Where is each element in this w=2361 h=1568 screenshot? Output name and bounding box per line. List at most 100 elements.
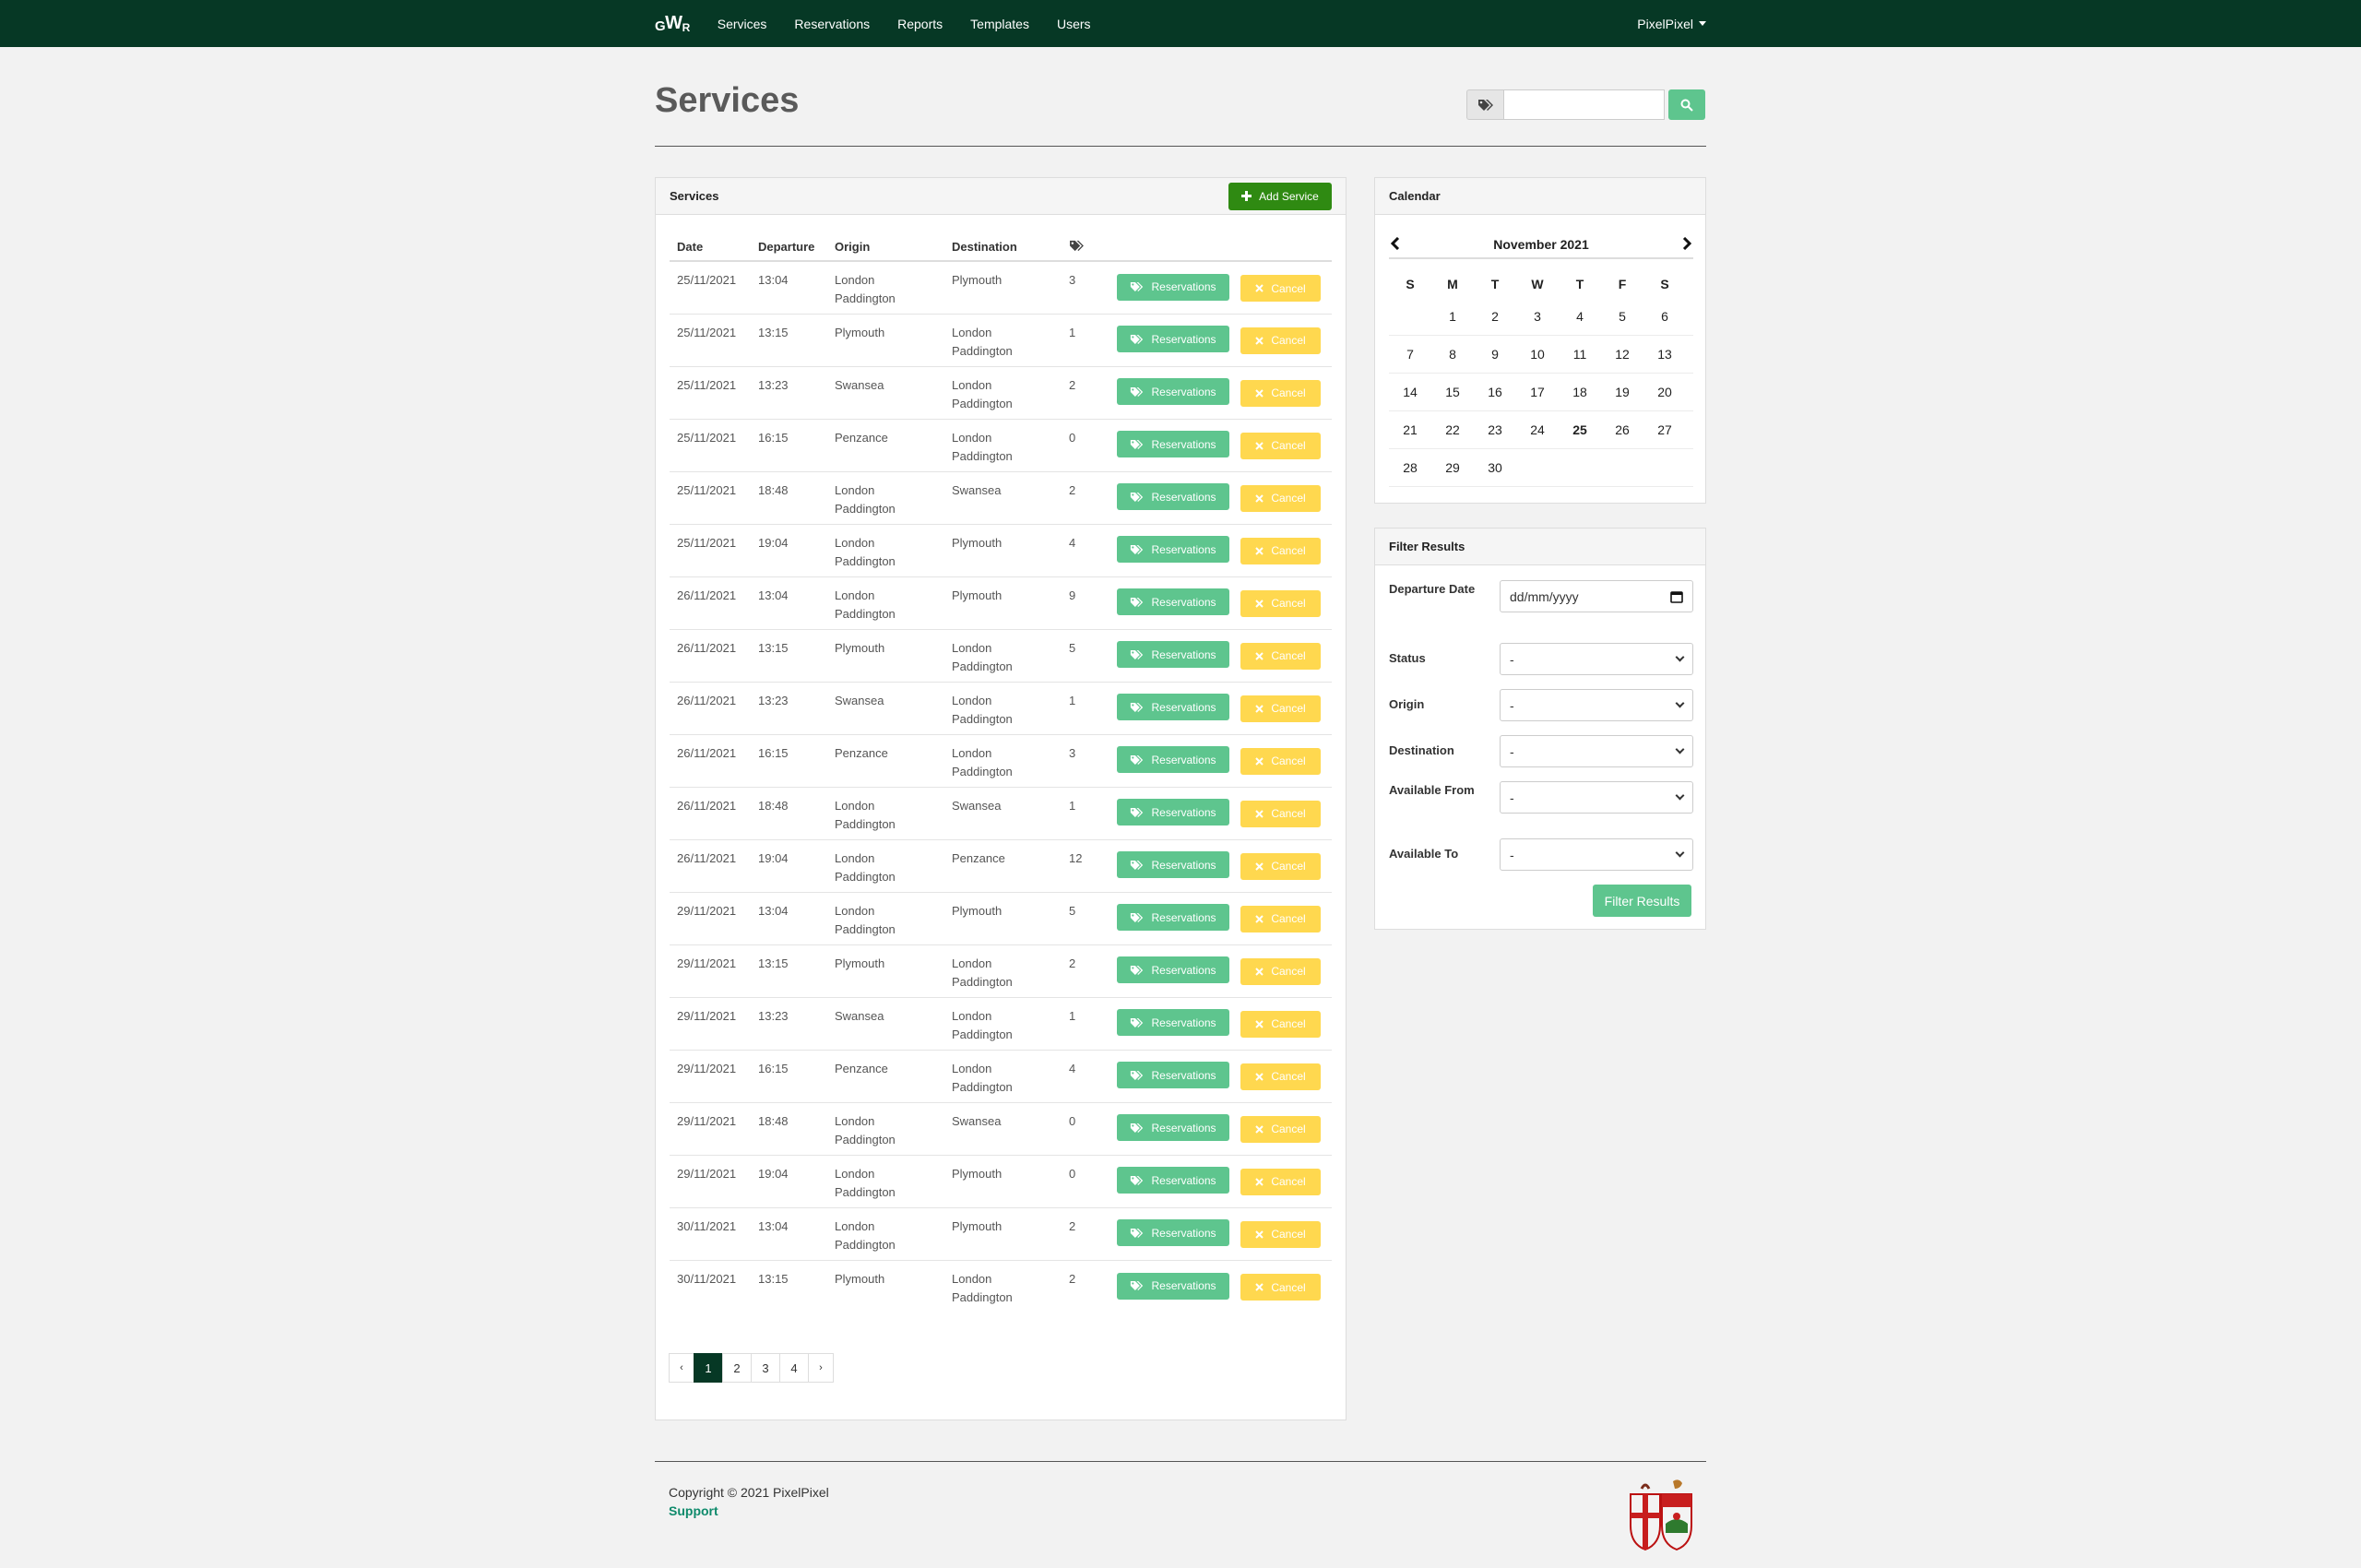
reservations-button[interactable]: Reservations bbox=[1117, 431, 1229, 458]
calendar-day[interactable]: 18 bbox=[1559, 385, 1601, 399]
cancel-button[interactable]: Cancel bbox=[1240, 957, 1321, 985]
search-button[interactable] bbox=[1668, 89, 1705, 120]
reservations-button[interactable]: Reservations bbox=[1117, 483, 1229, 511]
cancel-button[interactable]: Cancel bbox=[1240, 1220, 1321, 1248]
reservations-button[interactable]: Reservations bbox=[1117, 1114, 1229, 1142]
chevron-right-icon[interactable] bbox=[1682, 236, 1692, 253]
cancel-button[interactable]: Cancel bbox=[1240, 327, 1321, 354]
calendar-day[interactable]: 17 bbox=[1516, 385, 1559, 399]
available-to-select[interactable]: - bbox=[1500, 838, 1693, 871]
add-service-button[interactable]: Add Service bbox=[1228, 182, 1332, 210]
cancel-button[interactable]: Cancel bbox=[1240, 1168, 1321, 1195]
status-select[interactable]: - bbox=[1500, 643, 1693, 675]
calendar-day[interactable]: 2 bbox=[1474, 309, 1516, 324]
cancel-button[interactable]: Cancel bbox=[1240, 905, 1321, 932]
reservations-button[interactable]: Reservations bbox=[1117, 378, 1229, 406]
pagination-page[interactable]: 1 bbox=[694, 1353, 723, 1383]
footer-support-link[interactable]: Support bbox=[669, 1503, 718, 1518]
pagination-page[interactable]: 2 bbox=[722, 1353, 752, 1383]
cancel-button[interactable]: Cancel bbox=[1240, 275, 1321, 302]
calendar-day[interactable]: 6 bbox=[1643, 309, 1686, 324]
col-origin[interactable]: Origin bbox=[827, 233, 944, 262]
calendar-day[interactable]: 30 bbox=[1474, 460, 1516, 475]
col-departure[interactable]: Departure bbox=[751, 233, 827, 262]
nav-templates[interactable]: Templates bbox=[970, 17, 1029, 31]
calendar-day[interactable]: 21 bbox=[1389, 422, 1431, 437]
reservations-button[interactable]: Reservations bbox=[1117, 956, 1229, 984]
brand-logo[interactable]: GWR bbox=[655, 13, 690, 34]
calendar-day[interactable]: 16 bbox=[1474, 385, 1516, 399]
cancel-button[interactable]: Cancel bbox=[1240, 642, 1321, 670]
reservations-button[interactable]: Reservations bbox=[1117, 851, 1229, 879]
reservations-button[interactable]: Reservations bbox=[1117, 326, 1229, 353]
col-destination[interactable]: Destination bbox=[944, 233, 1062, 262]
calendar-day[interactable]: 12 bbox=[1601, 347, 1643, 362]
cancel-button[interactable]: Cancel bbox=[1240, 432, 1321, 459]
pagination-page[interactable]: 3 bbox=[751, 1353, 780, 1383]
reservations-button[interactable]: Reservations bbox=[1117, 799, 1229, 826]
calendar-day[interactable]: 28 bbox=[1389, 460, 1431, 475]
calendar-day[interactable]: 24 bbox=[1516, 422, 1559, 437]
reservations-button[interactable]: Reservations bbox=[1117, 694, 1229, 721]
calendar-day[interactable]: 10 bbox=[1516, 347, 1559, 362]
reservations-button[interactable]: Reservations bbox=[1117, 1009, 1229, 1037]
calendar-day[interactable]: 27 bbox=[1643, 422, 1686, 437]
calendar-day[interactable]: 3 bbox=[1516, 309, 1559, 324]
calendar-day[interactable]: 14 bbox=[1389, 385, 1431, 399]
calendar-day[interactable]: 23 bbox=[1474, 422, 1516, 437]
available-from-select[interactable]: - bbox=[1500, 781, 1693, 814]
cancel-button[interactable]: Cancel bbox=[1240, 1274, 1321, 1301]
col-reservation-count[interactable] bbox=[1062, 233, 1109, 262]
calendar-day[interactable]: 20 bbox=[1643, 385, 1686, 399]
origin-select[interactable]: - bbox=[1500, 689, 1693, 721]
cancel-button[interactable]: Cancel bbox=[1240, 589, 1321, 617]
calendar-day[interactable]: 15 bbox=[1431, 385, 1474, 399]
cancel-button[interactable]: Cancel bbox=[1240, 747, 1321, 775]
destination-select[interactable]: - bbox=[1500, 735, 1693, 767]
pagination-next[interactable]: › bbox=[808, 1353, 834, 1383]
reservations-button[interactable]: Reservations bbox=[1117, 904, 1229, 932]
calendar-day[interactable]: 1 bbox=[1431, 309, 1474, 324]
reservations-button[interactable]: Reservations bbox=[1117, 746, 1229, 774]
reservations-button[interactable]: Reservations bbox=[1117, 1219, 1229, 1247]
calendar-day[interactable]: 22 bbox=[1431, 422, 1474, 437]
reservations-button[interactable]: Reservations bbox=[1117, 641, 1229, 669]
reservations-button[interactable]: Reservations bbox=[1117, 536, 1229, 564]
calendar-day[interactable]: 29 bbox=[1431, 460, 1474, 475]
chevron-left-icon[interactable] bbox=[1390, 236, 1400, 253]
reservations-button[interactable]: Reservations bbox=[1117, 1062, 1229, 1089]
cancel-button[interactable]: Cancel bbox=[1240, 379, 1321, 407]
pagination-prev[interactable]: ‹ bbox=[669, 1353, 694, 1383]
calendar-day[interactable]: 4 bbox=[1559, 309, 1601, 324]
user-menu[interactable]: PixelPixel bbox=[1637, 17, 1706, 31]
calendar-day[interactable]: 19 bbox=[1601, 385, 1643, 399]
cancel-button[interactable]: Cancel bbox=[1240, 695, 1321, 722]
pagination-page[interactable]: 4 bbox=[779, 1353, 809, 1383]
cancel-button[interactable]: Cancel bbox=[1240, 1063, 1321, 1090]
cancel-button[interactable]: Cancel bbox=[1240, 800, 1321, 827]
cancel-button[interactable]: Cancel bbox=[1240, 1010, 1321, 1038]
cancel-button[interactable]: Cancel bbox=[1240, 537, 1321, 564]
nav-users[interactable]: Users bbox=[1057, 17, 1091, 31]
col-date[interactable]: Date bbox=[670, 233, 751, 262]
filter-results-button[interactable]: Filter Results bbox=[1593, 885, 1691, 917]
calendar-day[interactable]: 26 bbox=[1601, 422, 1643, 437]
reservations-button[interactable]: Reservations bbox=[1117, 1167, 1229, 1194]
tag-search-input[interactable] bbox=[1503, 89, 1665, 120]
calendar-day[interactable]: 9 bbox=[1474, 347, 1516, 362]
nav-reports[interactable]: Reports bbox=[897, 17, 943, 31]
nav-services[interactable]: Services bbox=[718, 17, 767, 31]
calendar-day[interactable]: 25 bbox=[1559, 422, 1601, 437]
reservations-button[interactable]: Reservations bbox=[1117, 1272, 1229, 1300]
departure-date-input[interactable]: dd/mm/yyyy bbox=[1500, 580, 1693, 612]
cancel-button[interactable]: Cancel bbox=[1240, 484, 1321, 512]
nav-reservations[interactable]: Reservations bbox=[794, 17, 870, 31]
calendar-day[interactable]: 7 bbox=[1389, 347, 1431, 362]
calendar-day[interactable]: 11 bbox=[1559, 347, 1601, 362]
cancel-button[interactable]: Cancel bbox=[1240, 1115, 1321, 1143]
calendar-day[interactable]: 5 bbox=[1601, 309, 1643, 324]
cancel-button[interactable]: Cancel bbox=[1240, 852, 1321, 880]
reservations-button[interactable]: Reservations bbox=[1117, 588, 1229, 616]
reservations-button[interactable]: Reservations bbox=[1117, 273, 1229, 301]
calendar-day[interactable]: 8 bbox=[1431, 347, 1474, 362]
